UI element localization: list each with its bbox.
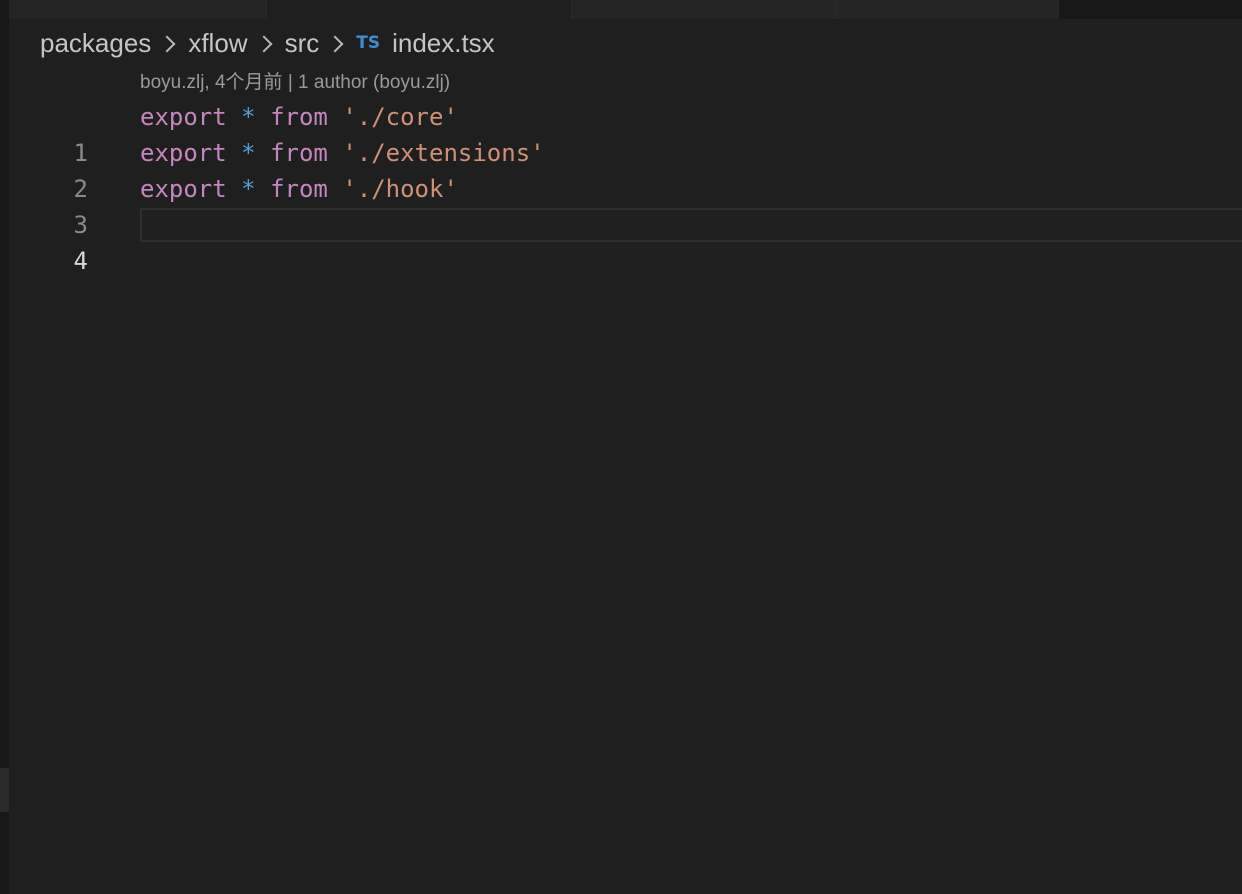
keyword-token: export — [140, 103, 227, 131]
editor-window: packages xflow src TS index.tsx boyu.zlj… — [0, 0, 1242, 894]
line-content: export * from './extensions' — [140, 135, 545, 171]
keyword-token: from — [270, 103, 328, 131]
activity-bar-indicator — [0, 768, 9, 812]
editor-tab[interactable] — [837, 0, 1058, 19]
breadcrumb-item-packages[interactable]: packages — [40, 28, 151, 59]
keyword-token: export — [140, 139, 227, 167]
keyword-token: from — [270, 139, 328, 167]
breadcrumb-item-xflow[interactable]: xflow — [188, 28, 247, 59]
chevron-right-icon — [158, 35, 176, 53]
line-content: export * from './core' — [140, 99, 458, 135]
code-line[interactable]: 1 export * from './core' — [0, 99, 1242, 167]
operator-token: * — [241, 103, 256, 131]
keyword-token: from — [270, 175, 328, 203]
operator-token: * — [241, 175, 256, 203]
editor-tab-active[interactable] — [267, 0, 571, 19]
tab-divider — [1058, 0, 1059, 19]
editor-tab[interactable] — [572, 0, 836, 19]
string-token: './core' — [342, 103, 458, 131]
keyword-token: export — [140, 175, 227, 203]
chevron-right-icon — [326, 35, 344, 53]
line-content: export * from './hook' — [140, 171, 458, 207]
typescript-file-icon: TS — [356, 33, 381, 53]
editor-tab[interactable] — [9, 0, 266, 19]
breadcrumb-item-src[interactable]: src — [285, 28, 320, 59]
editor-tab-bar — [9, 0, 1242, 19]
line-number: 4 — [73, 247, 88, 275]
code-line-current[interactable]: 4 — [0, 207, 1242, 275]
string-token: './hook' — [342, 175, 458, 203]
code-line[interactable]: 2 export * from './extensions' — [0, 135, 1242, 203]
operator-token: * — [241, 139, 256, 167]
git-blame-codelens[interactable]: boyu.zlj, 4个月前 | 1 author (boyu.zlj) — [140, 70, 450, 96]
chevron-right-icon — [255, 35, 273, 53]
code-line[interactable]: 3 export * from './hook' — [0, 171, 1242, 239]
breadcrumb: packages xflow src TS index.tsx — [40, 26, 495, 60]
string-token: './extensions' — [342, 139, 545, 167]
breadcrumb-item-file[interactable]: index.tsx — [392, 28, 495, 59]
